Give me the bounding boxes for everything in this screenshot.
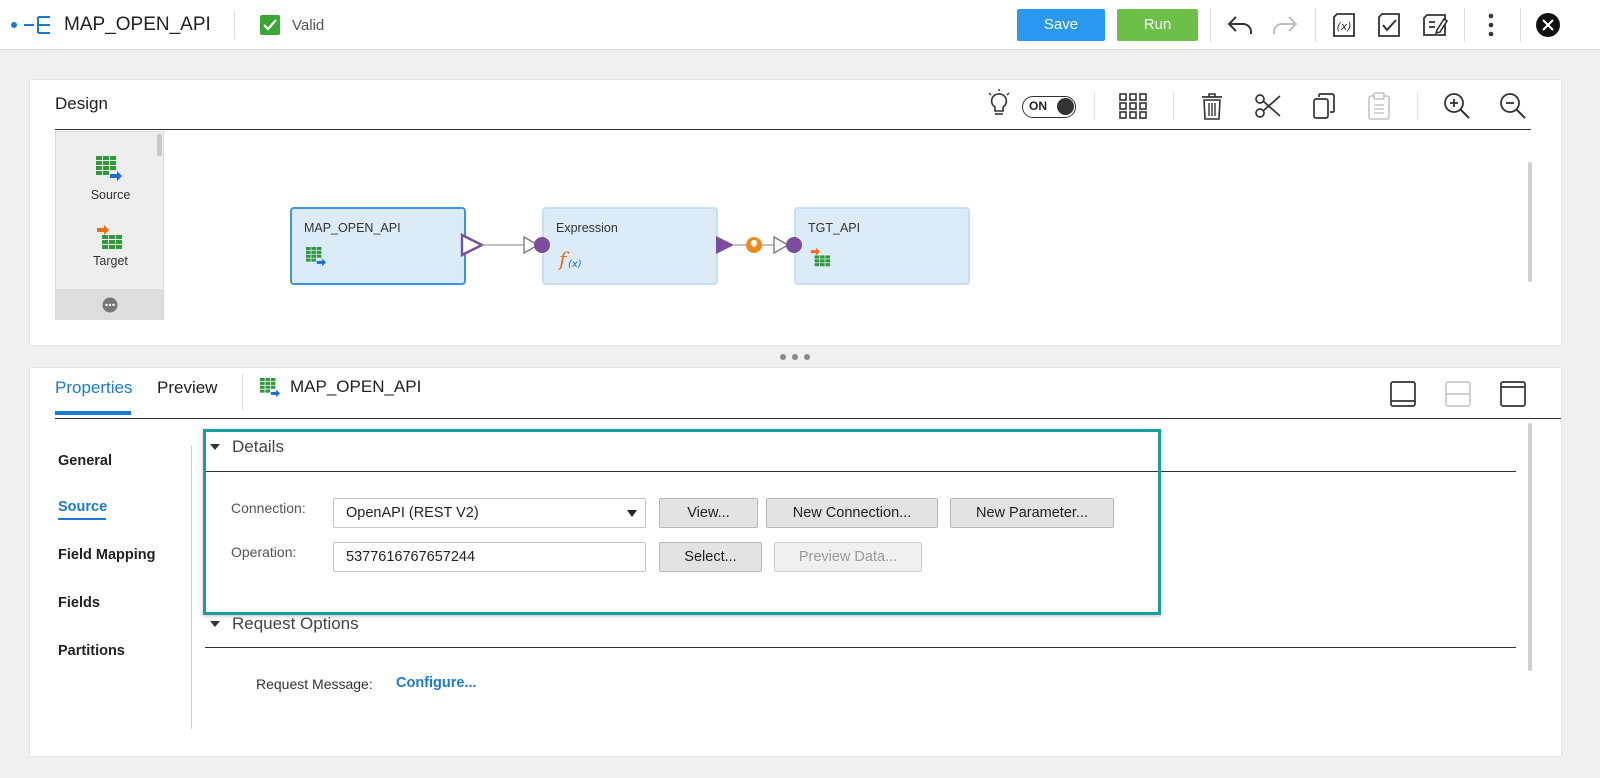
svg-text:(x): (x) [1336,20,1351,33]
configure-link[interactable]: Configure... [396,675,477,691]
valid-check-icon [260,15,280,35]
request-options-rule [205,647,1516,648]
svg-text:(x): (x) [568,259,582,270]
nav-partitions[interactable]: Partitions [58,643,125,659]
divider [234,11,235,39]
properties-scrollbar[interactable] [1528,423,1532,671]
expression-fx-icon: f (x) [558,247,584,271]
undo-icon[interactable] [1222,7,1258,43]
divider [1520,8,1521,42]
zoom-in-icon[interactable] [1443,92,1471,120]
top-toolbar: MAP_OPEN_API Valid Save Run (x) [0,0,1600,50]
paste-clipboard-icon[interactable] [1367,91,1391,121]
divider [1464,8,1465,42]
request-options-section-title[interactable]: Request Options [232,614,359,634]
save-button[interactable]: Save [1017,9,1105,41]
recommendations-bulb-icon[interactable] [986,88,1012,120]
tab-preview[interactable]: Preview [157,378,217,398]
target-table-icon [96,224,122,250]
nav-fields[interactable]: Fields [58,595,100,611]
dock-top-icon[interactable] [1499,380,1527,408]
node-label: Expression [556,221,618,235]
run-button[interactable]: Run [1117,9,1198,41]
validate-icon[interactable] [1371,7,1407,43]
nav-active-underline [58,518,106,520]
palette-target-label: Target [93,254,128,268]
nav-general[interactable]: General [58,453,112,469]
mapping-title: MAP_OPEN_API [64,14,211,35]
link-source-to-expression[interactable] [460,232,552,262]
close-icon[interactable] [1530,7,1566,43]
divider [1417,92,1418,120]
divider [1210,8,1211,42]
delete-trash-icon[interactable] [1200,92,1224,120]
nav-divider [191,445,192,729]
parameters-icon[interactable]: (x) [1326,7,1362,43]
target-table-icon [810,247,830,267]
palette-scrollbar[interactable] [157,134,162,156]
design-title: Design [55,94,108,113]
source-table-icon [306,247,326,267]
active-tab-indicator [55,411,131,415]
divider [242,374,243,410]
more-ellipsis-icon [102,297,118,313]
properties-header-rule [55,418,1561,419]
node-label: MAP_OPEN_API [304,221,401,235]
canvas-scrollbar[interactable] [1528,162,1532,282]
node-expression[interactable]: Expression f (x) [542,207,718,285]
copy-icon[interactable] [1311,92,1337,120]
design-header-rule [55,129,1531,130]
highlight-box [203,429,1161,615]
nav-source[interactable]: Source [58,499,107,515]
node-label: TGT_API [808,221,861,235]
source-table-icon [260,378,280,398]
dock-middle-icon[interactable] [1444,380,1472,408]
selected-object-name: MAP_OPEN_API [290,377,422,396]
divider [1315,8,1316,42]
properties-panel: Properties Preview MAP_OPEN_API General … [30,368,1561,756]
request-message-label: Request Message: [256,676,373,692]
more-options-icon[interactable] [1473,7,1509,43]
design-panel: Design ON Source Target MAP_OPEN_API Exp… [30,80,1561,345]
node-source-map-open-api[interactable]: MAP_OPEN_API [290,207,466,285]
toggle-knob [1057,98,1074,115]
palette-more[interactable] [56,289,163,320]
mapping-icon [10,15,54,35]
transformation-palette: Source Target [55,131,164,320]
request-options-collapse-triangle-icon[interactable] [209,619,221,629]
node-target-tgt-api[interactable]: TGT_API [794,207,970,285]
dock-bottom-icon[interactable] [1389,380,1417,408]
zoom-out-icon[interactable] [1499,92,1527,120]
valid-status: Valid [292,17,325,34]
link-expression-to-target[interactable] [714,232,806,262]
redo-icon[interactable] [1267,7,1303,43]
tab-properties[interactable]: Properties [55,378,132,398]
panel-resize-handle[interactable] [779,353,811,361]
divider [1173,92,1174,120]
palette-item-source[interactable]: Source [56,132,165,202]
palette-item-target[interactable]: Target [56,220,165,278]
recommendations-toggle[interactable]: ON [1022,96,1076,118]
toggle-label: ON [1029,99,1047,113]
arrange-all-grid-icon[interactable] [1119,93,1147,119]
divider [1094,92,1095,120]
palette-source-label: Source [90,188,131,202]
cut-scissors-icon[interactable] [1254,92,1282,120]
nav-field-mapping[interactable]: Field Mapping [58,547,155,563]
mapping-properties-icon[interactable] [1417,7,1453,43]
source-table-icon [96,156,122,182]
